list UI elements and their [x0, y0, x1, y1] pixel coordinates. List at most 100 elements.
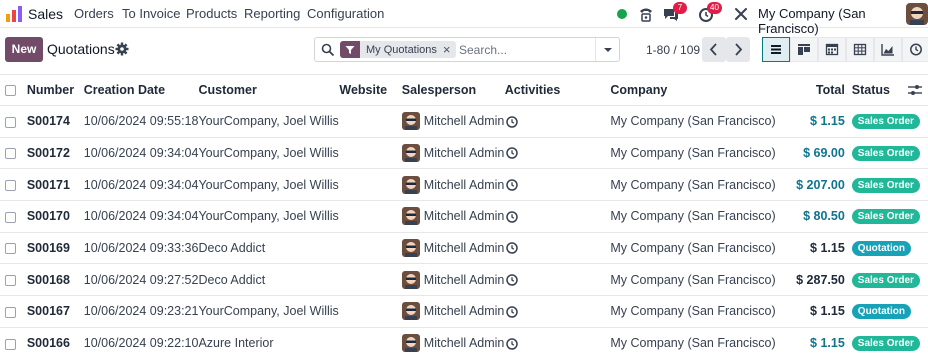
phone-icon[interactable] — [636, 4, 656, 24]
graph-view-button[interactable] — [874, 37, 902, 62]
salesperson-avatar[interactable] — [401, 239, 420, 258]
facet-remove-icon[interactable]: × — [443, 41, 456, 58]
search-bar: My Quotations × — [314, 37, 620, 62]
column-number[interactable]: Number — [26, 74, 84, 106]
table-row[interactable]: S00166 10/06/2024 09:22:10 Azure Interio… — [0, 326, 928, 359]
table-row[interactable]: S00172 10/06/2024 09:34:04 YourCompany, … — [0, 136, 928, 169]
website — [339, 326, 402, 359]
activity-clock-icon[interactable] — [505, 337, 519, 351]
calendar-view-button[interactable] — [818, 37, 846, 62]
activity-clock-icon[interactable] — [505, 273, 519, 287]
salesperson-avatar[interactable] — [401, 302, 420, 321]
kanban-view-button[interactable] — [790, 37, 818, 62]
activity-clock-icon[interactable] — [505, 115, 519, 129]
menu-orders[interactable]: Orders — [74, 6, 114, 21]
website — [339, 105, 402, 138]
row-checkbox[interactable] — [5, 338, 16, 350]
list-view-button[interactable] — [762, 37, 790, 62]
order-number: S00167 — [26, 295, 84, 328]
creation-date: 10/06/2024 09:34:04 — [83, 168, 199, 201]
status-cell: Sales Order — [851, 105, 928, 138]
order-total: $ 1.15 — [796, 326, 852, 359]
row-checkbox[interactable] — [5, 306, 16, 318]
salesperson-cell: Mitchell Admin — [401, 263, 505, 296]
row-checkbox[interactable] — [5, 274, 16, 286]
activity-clock-icon[interactable] — [505, 178, 519, 192]
column-total[interactable]: Total — [796, 74, 852, 106]
salesperson-avatar[interactable] — [401, 144, 420, 163]
search-options-toggle[interactable] — [595, 38, 619, 61]
sales-app-icon[interactable] — [4, 4, 24, 24]
salesperson-avatar[interactable] — [401, 112, 420, 131]
creation-date: 10/06/2024 09:22:10 — [83, 326, 199, 359]
pager-value[interactable]: 1-80 / 109 — [646, 43, 700, 57]
menu-to-invoice[interactable]: To Invoice — [122, 6, 181, 21]
company-switcher[interactable]: My Company (San Francisco) — [758, 6, 928, 36]
salesperson-avatar[interactable] — [401, 207, 420, 226]
pager-next-button[interactable] — [726, 37, 750, 62]
customer-name: YourCompany, Joel Willis — [198, 295, 340, 328]
status-badge: Quotation — [851, 304, 912, 320]
search-input[interactable] — [459, 41, 595, 58]
menu-reporting[interactable]: Reporting — [244, 6, 300, 21]
website — [339, 136, 402, 169]
new-button[interactable]: New — [5, 37, 43, 62]
order-number: S00174 — [26, 105, 84, 138]
row-checkbox[interactable] — [5, 211, 16, 223]
customer-name: YourCompany, Joel Willis — [198, 136, 340, 169]
column-website[interactable]: Website — [339, 74, 402, 106]
activity-view-button[interactable] — [902, 37, 928, 62]
salesperson-name: Mitchell Admin — [423, 146, 505, 161]
order-number: S00166 — [26, 326, 84, 359]
gear-icon[interactable] — [115, 42, 129, 56]
table-header-row: Number Creation Date Customer Website Sa… — [0, 74, 928, 106]
row-checkbox[interactable] — [5, 179, 16, 191]
column-company[interactable]: Company — [610, 74, 797, 106]
menu-products[interactable]: Products — [186, 6, 237, 21]
activity-clock-icon[interactable] — [505, 305, 519, 319]
search-icon[interactable] — [321, 43, 335, 57]
company-name: My Company (San Francisco) — [610, 326, 797, 359]
pager-previous-button[interactable] — [702, 37, 726, 62]
list-view-icon — [771, 45, 781, 54]
activity-clock-icon[interactable] — [505, 210, 519, 224]
activities-cell — [504, 326, 611, 359]
table-row[interactable]: S00174 10/06/2024 09:55:18 YourCompany, … — [0, 105, 928, 138]
salesperson-cell: Mitchell Admin — [401, 326, 505, 359]
row-checkbox[interactable] — [5, 148, 16, 160]
table-row[interactable]: S00168 10/06/2024 09:27:52 Deco Addict M… — [0, 263, 928, 296]
status-badge: Sales Order — [851, 272, 920, 288]
activity-view-icon — [910, 43, 922, 56]
menu-configuration[interactable]: Configuration — [307, 6, 384, 21]
optional-columns-icon[interactable] — [908, 84, 922, 96]
column-salesperson[interactable]: Salesperson — [401, 74, 505, 106]
table-row[interactable]: S00170 10/06/2024 09:34:04 YourCompany, … — [0, 200, 928, 233]
column-creation-date[interactable]: Creation Date — [83, 74, 199, 106]
column-activities[interactable]: Activities — [504, 74, 611, 106]
pivot-view-button[interactable] — [846, 37, 874, 62]
activities-cell — [504, 168, 611, 201]
activity-clock-icon[interactable] — [505, 146, 519, 160]
status-badge: Sales Order — [851, 336, 920, 352]
row-checkbox[interactable] — [5, 116, 16, 128]
user-avatar[interactable] — [906, 3, 928, 25]
order-total: $ 1.15 — [796, 231, 852, 264]
column-customer[interactable]: Customer — [198, 74, 340, 106]
salesperson-avatar[interactable] — [401, 270, 420, 289]
app-name[interactable]: Sales — [28, 6, 63, 22]
row-checkbox[interactable] — [5, 243, 16, 255]
salesperson-avatar[interactable] — [401, 334, 420, 353]
table-row[interactable]: S00171 10/06/2024 09:34:04 YourCompany, … — [0, 168, 928, 201]
salesperson-name: Mitchell Admin — [423, 272, 505, 287]
creation-date: 10/06/2024 09:33:36 — [83, 231, 199, 264]
select-all-checkbox[interactable] — [5, 85, 16, 97]
presence-status-icon — [617, 9, 627, 19]
order-number: S00169 — [26, 231, 84, 264]
table-row[interactable]: S00167 10/06/2024 09:23:21 YourCompany, … — [0, 295, 928, 328]
page-title: Quotations — [47, 41, 115, 57]
table-row[interactable]: S00169 10/06/2024 09:33:36 Deco Addict M… — [0, 231, 928, 264]
activity-clock-icon[interactable] — [505, 241, 519, 255]
kanban-view-icon — [798, 44, 810, 55]
debug-tools-icon[interactable] — [731, 4, 751, 24]
salesperson-avatar[interactable] — [401, 175, 420, 194]
